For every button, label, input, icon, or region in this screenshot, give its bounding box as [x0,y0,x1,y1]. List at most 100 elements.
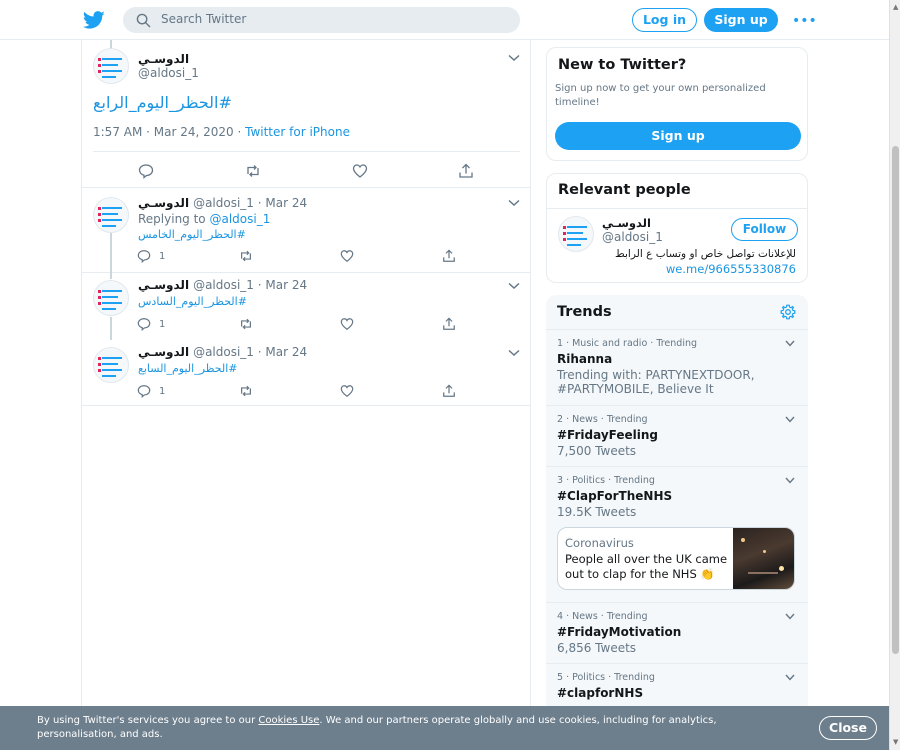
trend-name[interactable]: #FridayMotivation [557,625,681,639]
more-menu-icon[interactable]: ••• [792,13,817,29]
main-tweet[interactable]: الدوسـي @aldosi_1 #الحظر_اليوم_الرابع 1:… [82,40,530,188]
search-box[interactable]: Search Twitter [123,7,520,33]
retweet-icon[interactable] [239,317,253,331]
cookie-banner-text: By using Twitter's services you agree to… [37,714,797,742]
tweet-hashtag-link[interactable]: #الحظر_اليوم_الخامس [138,228,246,241]
tweet-source-link[interactable]: Twitter for iPhone [245,125,350,139]
chevron-down-icon[interactable] [508,54,520,62]
like-heart-icon[interactable] [340,384,354,398]
sidebar-signup-button[interactable]: Sign up [555,122,801,150]
trend-item[interactable]: 3 · Politics · Trending #ClapForTheNHS 1… [546,466,808,602]
reply-count: 1 [159,386,166,397]
chevron-down-icon[interactable] [785,340,795,347]
search-icon [136,13,151,28]
retweet-icon[interactable] [245,163,261,179]
tweet-hashtag-link[interactable]: #الحظر_اليوم_السابع [138,362,238,375]
close-cookie-banner-button[interactable]: Close [819,716,877,740]
share-icon[interactable] [442,384,456,398]
twitter-bird-icon[interactable] [83,9,105,31]
news-card-image[interactable] [733,528,794,589]
trend-context: 5 · Politics · Trending [557,672,655,683]
tweet-handle-date[interactable]: @aldosi_1 · Mar 24 [193,345,307,359]
trend-name[interactable]: #ClapForTheNHS [557,489,672,503]
cookie-text-start: By using Twitter's services you agree to… [37,715,259,726]
retweet-icon[interactable] [239,384,253,398]
reply-tweet[interactable]: الدوسـي @aldosi_1 · Mar 24 #الحظر_اليوم_ا… [82,273,530,340]
tweet-author-name[interactable]: الدوسـي [138,345,189,359]
tweet-handle-date[interactable]: @aldosi_1 · Mar 24 [193,278,307,292]
chevron-down-icon[interactable] [785,613,795,620]
chevron-down-icon[interactable] [508,199,520,207]
chevron-down-icon[interactable] [785,416,795,423]
chevron-down-icon[interactable] [785,477,795,484]
chevron-down-icon[interactable] [785,674,795,681]
tweet-text[interactable]: #الحظر_اليوم_الرابع [93,93,232,112]
share-icon[interactable] [458,163,474,179]
scroll-down-arrow-icon[interactable]: ▼ [893,738,898,746]
reply-tweet[interactable]: الدوسـي @aldosi_1 · Mar 24 Replying to @a… [82,189,530,273]
cookies-use-link[interactable]: Cookies Use [258,715,319,726]
tweet-timeline: الدوسـي @aldosi_1 #الحظر_اليوم_الرابع 1:… [81,40,531,750]
avatar[interactable] [93,347,129,383]
thread-connector-line [110,273,112,279]
tweet-author-handle[interactable]: @aldosi_1 [138,66,199,80]
person-bio-link[interactable]: we.me/966555330876 [666,262,796,276]
like-heart-icon[interactable] [340,249,354,263]
scrollbar-thumb[interactable] [892,146,899,654]
avatar[interactable] [93,280,129,316]
like-heart-icon[interactable] [340,317,354,331]
trend-item[interactable]: 2 · News · Trending #FridayFeeling 7,500… [546,405,808,466]
trend-context: 1 · Music and radio · Trending [557,338,698,349]
trend-name[interactable]: Rihanna [557,352,612,366]
news-card[interactable]: Coronavirus People all over the UK came … [557,527,795,590]
new-to-twitter-title: New to Twitter? [558,57,687,73]
person-handle[interactable]: @aldosi_1 [602,230,663,244]
reply-header: الدوسـي @aldosi_1 · Mar 24 [138,196,307,210]
reply-icon[interactable] [138,163,154,179]
news-card-text[interactable]: People all over the UK came out to clap … [565,552,730,582]
trend-name[interactable]: #FridayFeeling [557,428,658,442]
trend-name[interactable]: #clapforNHS [557,686,643,700]
trend-item[interactable]: 4 · News · Trending #FridayMotivation 6,… [546,602,808,663]
page-scrollbar[interactable]: ▲ ▼ [889,0,900,750]
tweet-author-name[interactable]: الدوسـي [138,52,189,66]
retweet-icon[interactable] [239,249,253,263]
avatar[interactable] [93,197,129,233]
follow-button[interactable]: Follow [731,218,798,241]
reply-icon[interactable] [137,317,151,331]
trend-subtext: 7,500 Tweets [557,444,637,458]
thread-connector-line [110,317,112,340]
replying-to-handle-link[interactable]: @aldosi_1 [209,212,270,226]
tweet-timestamp: 1:57 AM · Mar 24, 2020 · Twitter for iPh… [93,125,350,139]
reply-header: الدوسـي @aldosi_1 · Mar 24 [138,345,307,359]
tweet-hashtag-link[interactable]: #الحظر_اليوم_السادس [138,295,247,308]
thread-connector-line [110,233,112,273]
tweet-author-name[interactable]: الدوسـي [138,278,189,292]
trend-item[interactable]: 1 · Music and radio · Trending Rihanna T… [546,329,808,405]
reply-icon[interactable] [137,249,151,263]
like-heart-icon[interactable] [352,163,368,179]
login-button[interactable]: Log in [632,8,697,32]
chevron-down-icon[interactable] [508,349,520,357]
tweet-handle-date[interactable]: @aldosi_1 · Mar 24 [193,196,307,210]
avatar[interactable] [558,216,594,252]
replying-to-prefix: Replying to [138,212,210,226]
tweet-author-name[interactable]: الدوسـي [138,196,189,210]
trend-subtext: Trending with: PARTYNEXTDOOR, #PARTYMOBI… [557,368,755,396]
tweet-time[interactable]: 1:57 AM · Mar 24, 2020 · [93,125,245,139]
scroll-up-arrow-icon[interactable]: ▲ [893,3,898,11]
new-to-twitter-card: New to Twitter? Sign up now to get your … [546,47,808,161]
avatar[interactable] [93,48,129,84]
gear-icon[interactable] [780,304,796,320]
tweet-actions [93,151,520,188]
signup-button[interactable]: Sign up [704,8,778,32]
chevron-down-icon[interactable] [508,282,520,290]
trends-card: Trends 1 · Music and radio · Trending Ri… [546,295,808,715]
new-to-twitter-subtitle: Sign up now to get your own personalized… [555,83,766,108]
share-icon[interactable] [442,317,456,331]
search-input[interactable]: Search Twitter [161,12,246,26]
person-name[interactable]: الدوسـي [602,216,651,230]
share-icon[interactable] [442,249,456,263]
reply-tweet[interactable]: الدوسـي @aldosi_1 · Mar 24 #الحظر_اليوم_ا… [82,340,530,406]
reply-icon[interactable] [137,384,151,398]
